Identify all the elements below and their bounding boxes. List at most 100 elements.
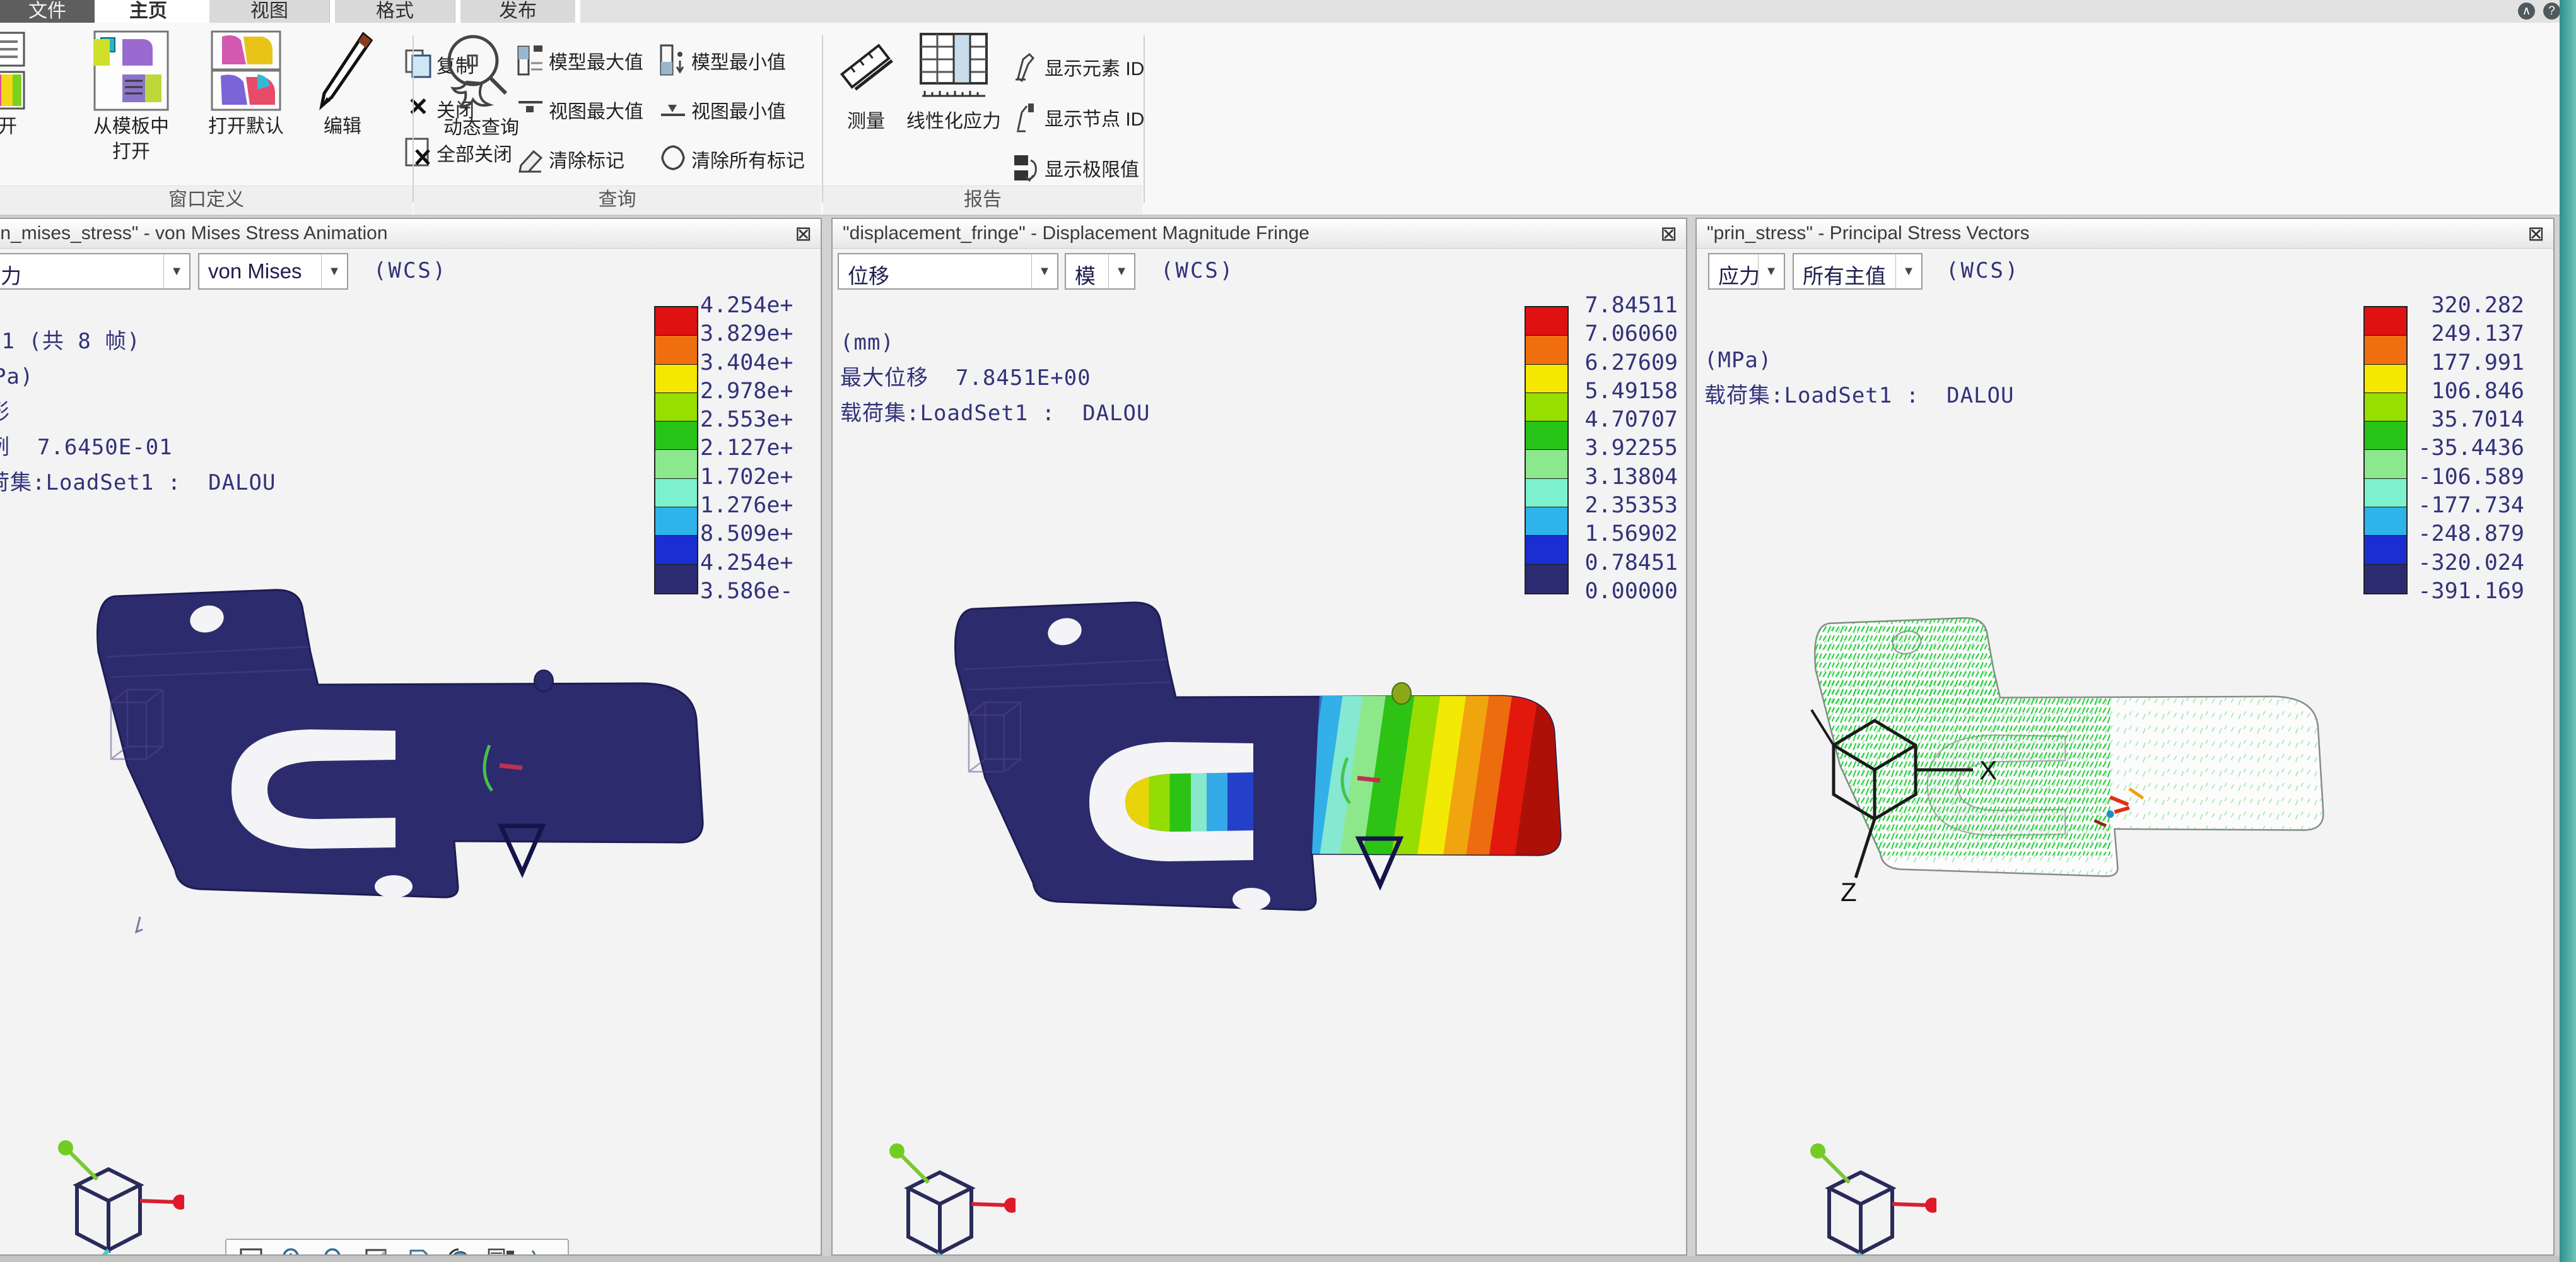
chevron-down-icon[interactable]: ▼ xyxy=(163,254,189,288)
legend-value: -106.589 xyxy=(2391,463,2524,492)
app-screen: 文件 主页 视图 格式 发布 ∧ ? xyxy=(0,0,2576,1262)
window2-component-select[interactable]: 模 ▼ xyxy=(1065,253,1135,290)
open-from-template-label-1: 从模板中 xyxy=(74,114,188,139)
annotation-line: 比例 7.6450E-01 xyxy=(0,430,276,465)
tab-file[interactable]: 文件 xyxy=(0,0,95,23)
chevron-down-icon[interactable]: ▼ xyxy=(321,254,347,288)
view-min-icon xyxy=(659,93,688,129)
window2-close-icon[interactable]: ⊠ xyxy=(1660,221,1677,245)
window3-quantity-select[interactable]: 应力 ▼ xyxy=(1708,253,1785,290)
bracket-notch xyxy=(1232,888,1270,911)
window1-titlebar[interactable]: "von_mises_stress" - von Mises Stress An… xyxy=(0,219,821,249)
tab-format[interactable]: 格式 xyxy=(335,0,455,23)
tab-publish[interactable]: 发布 xyxy=(460,0,575,23)
legend-swatch xyxy=(655,479,697,507)
legend-value: -391.169 xyxy=(2391,577,2524,606)
spin-center-red xyxy=(500,765,522,768)
chevron-down-icon[interactable]: ▼ xyxy=(1031,254,1057,288)
csys-mini-mark xyxy=(136,917,143,932)
measure-button[interactable]: 测量 xyxy=(831,30,901,134)
window3-component-select[interactable]: 所有主值 ▼ xyxy=(1793,253,1923,290)
zoom-in-icon[interactable] xyxy=(274,1242,311,1254)
window1-legend-bar xyxy=(654,306,698,594)
clear-tag-icon xyxy=(516,143,545,179)
display-style-icon[interactable] xyxy=(483,1242,520,1254)
legend-value: 4.254e+ xyxy=(700,292,821,320)
window1-canvas[interactable]: 应力 ▼ von Mises ▼ (WCS) 帧 1 (共 8 帧)(MPa)变… xyxy=(0,248,821,1254)
bracket-fringe-arm xyxy=(1312,696,1560,855)
reorient-icon[interactable] xyxy=(442,1242,478,1254)
ribbon: 打开 从模板中 打开 xyxy=(0,23,2576,216)
legend-value: 7.84511 xyxy=(1558,292,1678,320)
window1-component-select[interactable]: von Mises ▼ xyxy=(198,253,348,290)
tabbar-band xyxy=(580,0,2576,23)
refit-icon[interactable] xyxy=(233,1242,269,1254)
legend-value: -320.024 xyxy=(2391,549,2524,577)
model-min-button[interactable]: 模型最小值 xyxy=(659,42,810,77)
chevron-down-icon[interactable]: ▼ xyxy=(1108,254,1134,288)
window3-component-value: 所有主值 xyxy=(1803,259,1886,290)
linearized-stress-button[interactable]: 线性化应力 xyxy=(903,30,1004,134)
ribbon-collapse-icon[interactable]: ∧ xyxy=(2518,3,2535,20)
triad-x-axis xyxy=(1925,1198,1936,1213)
legend-value: 2.127e+ xyxy=(700,434,821,463)
window2-quantity-select[interactable]: 位移 ▼ xyxy=(838,253,1058,290)
window1-quantity-value: 应力 xyxy=(0,259,21,290)
view-toolbar xyxy=(225,1239,569,1254)
saved-orientations-icon[interactable] xyxy=(400,1242,436,1254)
ribbon-tabbar: 文件 主页 视图 格式 发布 ∧ ? xyxy=(0,0,2576,23)
window1-component-value: von Mises xyxy=(208,259,302,283)
group-separator xyxy=(1144,35,1145,203)
window3-csys-label: (WCS) xyxy=(1946,258,2020,283)
tab-view[interactable]: 视图 xyxy=(209,0,330,23)
window1-close-icon[interactable]: ⊠ xyxy=(795,221,812,245)
repaint-icon[interactable] xyxy=(358,1242,394,1254)
show-element-ids-button[interactable]: 显示元素 ID xyxy=(1012,48,1144,83)
tab-home[interactable]: 主页 xyxy=(107,0,189,23)
open-from-template-button[interactable]: 从模板中 打开 xyxy=(74,30,188,165)
edit-button[interactable]: 编辑 xyxy=(302,30,383,139)
legend-value: -177.734 xyxy=(2391,492,2524,520)
show-limit-values-button[interactable]: 显示极限值 xyxy=(1012,149,1144,184)
annotation-line: 最大位移 7.8451E+00 xyxy=(840,360,1150,396)
model-max-label: 模型最大值 xyxy=(549,47,643,74)
window2-canvas[interactable]: 位移 ▼ 模 ▼ (WCS) (mm)最大位移 7.8451E+00载荷集:Lo… xyxy=(833,248,1686,1254)
show-node-ids-icon xyxy=(1012,101,1041,137)
view-max-icon xyxy=(516,93,545,129)
legend-value: 177.991 xyxy=(2391,349,2524,377)
group-label-query: 查询 xyxy=(414,186,821,214)
view-min-button[interactable]: 视图最小值 xyxy=(659,91,810,126)
window3-canvas[interactable]: 应力 ▼ 所有主值 ▼ (WCS) (MPa)载荷集:LoadSet1 : DA… xyxy=(1697,248,2553,1254)
chevron-down-icon[interactable]: ▼ xyxy=(1758,254,1784,288)
annotation-line: (mm) xyxy=(840,325,1150,360)
clear-tag-button[interactable]: 清除标记 xyxy=(516,140,667,175)
view-min-label: 视图最小值 xyxy=(691,96,786,124)
open-default-button[interactable]: 打开默认 xyxy=(189,30,303,139)
clear-all-tags-button[interactable]: 清除所有标记 xyxy=(659,140,816,175)
legend-value: 320.282 xyxy=(2391,292,2524,320)
model-min-icon xyxy=(659,44,688,80)
triad-y-axis xyxy=(889,1143,905,1159)
window1-quantity-select[interactable]: 应力 ▼ xyxy=(0,253,190,290)
help-icon[interactable]: ? xyxy=(2543,3,2560,20)
open-button[interactable]: 打开 xyxy=(0,30,45,139)
window3-annotations: (MPa)载荷集:LoadSet1 : DALOU xyxy=(1704,343,2014,413)
window1-csys-label: (WCS) xyxy=(373,258,447,283)
triad-x-axis xyxy=(173,1194,184,1210)
view-max-button[interactable]: 视图最大值 xyxy=(516,91,667,126)
zoom-out-icon[interactable] xyxy=(316,1242,353,1254)
show-node-ids-button[interactable]: 显示节点 ID xyxy=(1012,98,1144,134)
chevron-down-icon[interactable]: ▼ xyxy=(1895,254,1921,288)
axis-z-label: Z xyxy=(1841,877,1857,907)
window3-close-icon[interactable]: ⊠ xyxy=(2527,221,2544,245)
model-max-button[interactable]: 模型最大值 xyxy=(516,42,667,77)
window2-titlebar[interactable]: "displacement_fringe" - Displacement Mag… xyxy=(833,219,1686,249)
desktop-strip-right xyxy=(2560,0,2576,1262)
annotation-line: (MPa) xyxy=(0,359,276,394)
annotation-line: 载荷集:LoadSet1 : DALOU xyxy=(840,396,1150,431)
window3-titlebar[interactable]: "prin_stress" - Principal Stress Vectors… xyxy=(1697,219,2553,249)
perspective-icon[interactable] xyxy=(525,1242,561,1254)
legend-swatch xyxy=(655,365,697,393)
legend-value: 8.509e+ xyxy=(700,520,821,548)
legend-value: 3.92255 xyxy=(1558,434,1678,463)
